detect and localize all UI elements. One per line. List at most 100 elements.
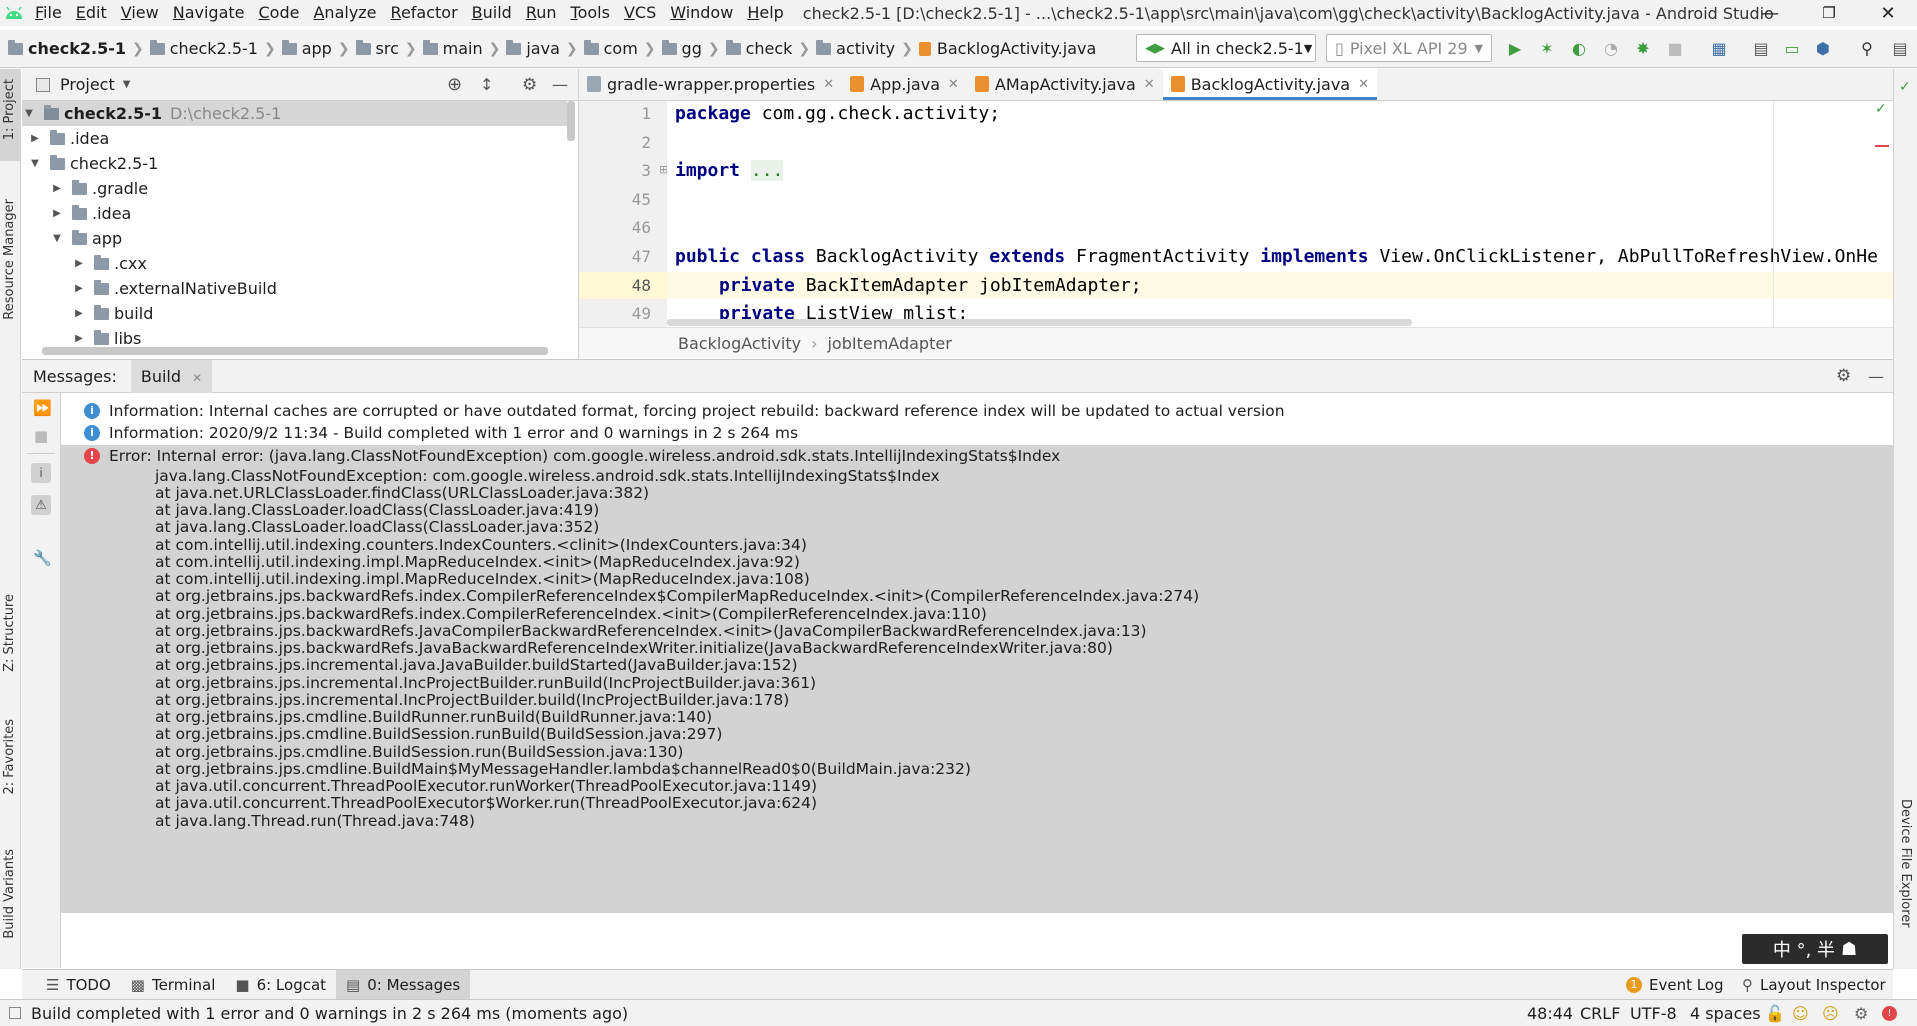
breadcrumb-item[interactable]: activity [836,39,895,58]
layout-inspector-tool-button[interactable]: ⚲ Layout Inspector [1732,970,1896,1000]
caret-position[interactable]: 48:44 [1527,1004,1573,1023]
minimize-button[interactable]: — [1741,0,1799,26]
menu-code[interactable]: Code [252,0,307,26]
run-config-select[interactable]: ◀▶ All in check2.5-1 ▼ [1136,34,1316,62]
tree-row-build[interactable]: ▶ build [72,301,153,326]
lock-icon[interactable]: 🔓 [1765,1004,1785,1023]
debug-button[interactable]: ✶ [1536,37,1558,59]
tree-row-gradle[interactable]: ▶ .gradle [50,176,148,201]
coverage-button[interactable]: ◐ [1568,37,1590,59]
tab-app-java[interactable]: App.java ✕ [842,68,967,100]
close-icon[interactable]: ✕ [823,77,834,92]
project-view-select[interactable]: Project [60,75,115,94]
project-structure-button[interactable]: ▦ [1708,37,1730,59]
code-editor[interactable]: package com.gg.check.activity; import ..… [667,101,1893,327]
event-log-tool-button[interactable]: 1 Event Log [1616,970,1734,1000]
tree-row-module[interactable]: ▼ check2.5-1 [28,151,158,176]
breadcrumb-item[interactable]: src [376,39,399,58]
sync-button[interactable]: ▤ [1750,37,1772,59]
menu-edit[interactable]: Edit [69,0,114,26]
avd-manager-button[interactable]: ▭ [1781,37,1803,59]
hector-icon[interactable]: ⚙ [1854,1004,1868,1023]
messages-build-tab[interactable]: Build ✕ [130,359,213,393]
menu-window[interactable]: Window [663,0,740,26]
tree-row-idea-inner[interactable]: ▶ .idea [50,201,131,226]
inspection-ok-icon[interactable]: ✓ [1875,101,1887,117]
sad-face-icon[interactable]: ☹ [1822,1004,1839,1023]
menu-tools[interactable]: Tools [564,0,617,26]
collapse-all-button[interactable]: ↕ [480,75,493,94]
run-button[interactable]: ▶ [1504,37,1526,59]
settings-gear-icon[interactable]: ⚙ [1836,366,1851,386]
tab-backlog-activity[interactable]: BacklogActivity.java ✕ [1162,68,1378,100]
locate-file-button[interactable]: ⊕ [447,74,462,95]
favorites-tool-button[interactable]: 2: Favorites [2,719,17,795]
breadcrumb-item[interactable]: gg [682,39,702,58]
device-select[interactable]: ▯ Pixel XL API 29 ▼ [1326,34,1492,62]
happy-face-icon[interactable]: ☺ [1792,1004,1809,1023]
close-icon[interactable]: ✕ [192,371,202,385]
breadcrumb-class[interactable]: BacklogActivity [678,334,801,353]
sidebar-toggle-button[interactable]: ▤ [1889,37,1911,59]
maximize-button[interactable]: ❐ [1800,0,1858,26]
breadcrumb-item[interactable]: main [443,39,483,58]
stop-button[interactable]: ■ [1664,37,1686,59]
breadcrumb-item[interactable]: check2.5-1 [170,39,258,58]
message-info-row[interactable]: i Information: 2020/9/2 11:34 - Build co… [61,422,798,443]
menu-run[interactable]: Run [519,0,564,26]
menu-refactor[interactable]: Refactor [384,0,465,26]
terminal-tool-button[interactable]: ▩ Terminal [121,970,226,1000]
warning-filter-icon[interactable]: ⚠ [31,495,51,515]
menu-file[interactable]: File [28,0,69,26]
breadcrumb-item[interactable]: app [302,39,332,58]
messages-list[interactable]: i Information: Internal caches are corru… [61,393,1893,968]
menu-build[interactable]: Build [465,0,519,26]
tree-row-cxx[interactable]: ▶ .cxx [72,251,147,276]
ime-indicator[interactable]: 中 °, 半 ☗ [1742,934,1888,964]
close-icon[interactable]: ✕ [1144,77,1155,92]
device-file-explorer-tool-button[interactable]: Device File Explorer [1898,799,1913,928]
hide-panel-button[interactable]: — [552,75,568,94]
breadcrumb-item[interactable]: com [604,39,638,58]
structure-tool-button[interactable]: Z: Structure [2,594,17,672]
wrench-icon[interactable]: 🔧 [33,549,52,567]
menu-help[interactable]: Help [740,0,790,26]
breadcrumb-item[interactable]: check2.5-1 [28,39,126,58]
build-variants-tool-button[interactable]: Build Variants [2,849,17,939]
sdk-manager-button[interactable]: ⬢ [1812,37,1834,59]
vertical-scrollbar[interactable] [567,101,575,141]
tree-row-external-native-build[interactable]: ▶ .externalNativeBuild [72,276,277,301]
messages-tool-button[interactable]: ▤ 0: Messages [336,969,471,1000]
resource-manager-tool-button[interactable]: Resource Manager [2,199,17,320]
search-everywhere-button[interactable]: ⚲ [1856,37,1878,59]
message-error-row[interactable]: ! Error: Internal error: (java.lang.Clas… [61,445,1060,466]
horizontal-scrollbar[interactable] [42,347,548,355]
close-window-button[interactable]: ✕ [1859,0,1917,26]
stop-icon[interactable]: ■ [34,427,48,445]
tree-row-app[interactable]: ▼ app [50,226,122,251]
error-stripe-mark[interactable] [1875,145,1889,147]
indent-setting[interactable]: 4 spaces [1690,1004,1761,1023]
menu-vcs[interactable]: VCS [617,0,663,26]
tab-amap-activity[interactable]: AMapActivity.java ✕ [967,68,1163,100]
breadcrumb-item[interactable]: BacklogActivity.java [937,39,1096,58]
status-panel-icon[interactable] [9,1007,21,1019]
tree-row-root[interactable]: ▼ check2.5-1 D:\check2.5-1 [22,101,567,126]
close-icon[interactable]: ✕ [948,77,959,92]
error-notification-icon[interactable]: ! [1882,1005,1897,1021]
file-encoding[interactable]: UTF-8 [1630,1004,1677,1023]
close-icon[interactable]: ✕ [1358,77,1369,92]
hide-panel-button[interactable]: — [1868,367,1884,386]
menu-navigate[interactable]: Navigate [166,0,252,26]
folded-imports[interactable]: ... [750,160,784,181]
rerun-icon[interactable]: ⏩ [33,399,52,417]
menu-view[interactable]: View [114,0,166,26]
editor-horizontal-scrollbar[interactable] [667,319,1412,326]
todo-tool-button[interactable]: ☰ TODO [36,970,121,1000]
line-separator[interactable]: CRLF [1580,1004,1620,1023]
settings-gear-icon[interactable]: ⚙ [522,75,537,95]
error-message-block[interactable]: ! Error: Internal error: (java.lang.Clas… [61,445,1893,913]
breadcrumb-item[interactable]: java [526,39,560,58]
tab-gradle-wrapper[interactable]: gradle-wrapper.properties ✕ [579,68,842,100]
breadcrumb-item[interactable]: check [746,39,793,58]
